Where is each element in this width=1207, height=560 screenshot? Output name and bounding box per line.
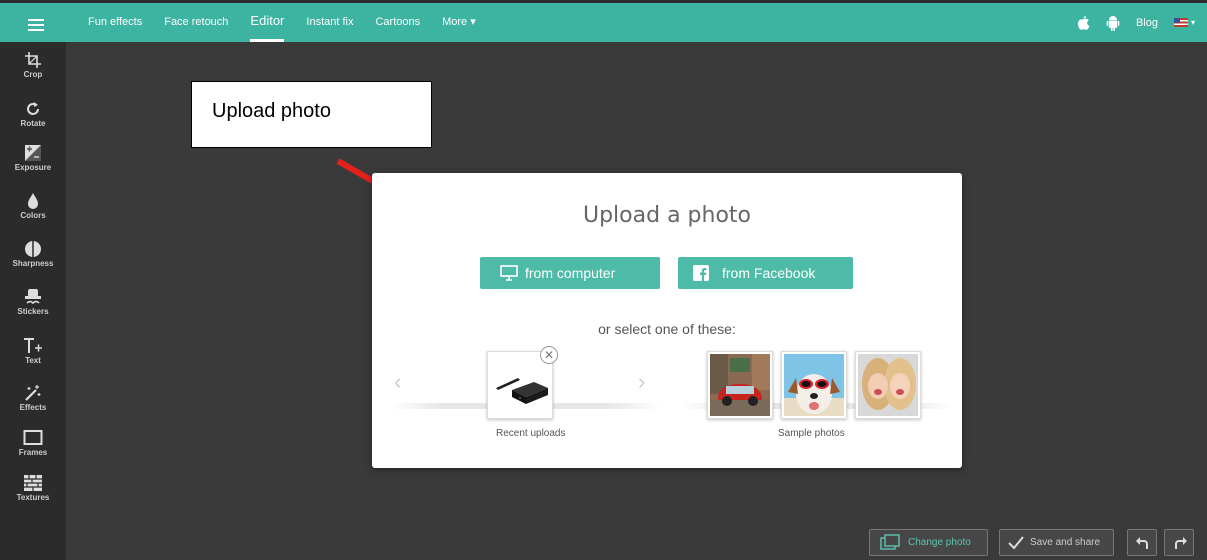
textures-icon <box>24 475 42 491</box>
upload-photo-callout: Upload photo <box>191 81 432 148</box>
upload-photo-dialog: Upload a photo from computer from Facebo… <box>372 173 962 468</box>
effects-icon <box>25 385 41 401</box>
sample-photo-dog[interactable] <box>781 351 847 419</box>
save-and-share-label: Save and share <box>1030 537 1101 548</box>
dialog-title: Upload a photo <box>582 203 751 228</box>
checkmark-icon <box>1008 536 1024 550</box>
tools-sidebar: Crop Rotate Exposure Colors Sharpness St… <box>0 42 66 560</box>
tool-label: Text <box>25 356 41 365</box>
tool-label: Crop <box>23 70 43 79</box>
tool-label: Textures <box>16 493 50 502</box>
sample-photo-selfie[interactable] <box>855 351 921 419</box>
dog-sunglasses-image <box>784 354 844 416</box>
nav-face-retouch[interactable]: Face retouch <box>164 3 228 42</box>
frames-icon <box>23 430 43 445</box>
red-car-image <box>710 354 770 416</box>
tool-sharpness[interactable]: Sharpness <box>0 240 66 268</box>
or-select-text: or select one of these: <box>598 321 736 337</box>
android-icon[interactable] <box>1106 15 1120 31</box>
main-nav: Fun effects Face retouch Editor Instant … <box>88 3 498 42</box>
change-photo-icon <box>880 534 900 550</box>
menu-icon[interactable] <box>9 8 63 42</box>
tool-exposure[interactable]: Exposure <box>0 144 66 172</box>
tool-effects[interactable]: Effects <box>0 384 66 412</box>
remove-upload-button[interactable]: ✕ <box>540 346 558 364</box>
tool-crop[interactable]: Crop <box>0 51 66 79</box>
recent-uploads-caption: Recent uploads <box>496 428 566 439</box>
us-flag-icon <box>1173 18 1188 27</box>
from-facebook-label: from Facebook <box>722 265 816 281</box>
tool-text[interactable]: Text <box>0 337 66 365</box>
tool-label: Rotate <box>20 119 46 128</box>
tool-label: Exposure <box>14 163 52 172</box>
from-computer-button[interactable]: from computer <box>480 257 660 289</box>
from-computer-label: from computer <box>525 265 616 281</box>
tool-frames[interactable]: Frames <box>0 429 66 457</box>
sharpness-icon <box>25 241 41 257</box>
colors-icon <box>28 193 38 209</box>
tool-colors[interactable]: Colors <box>0 192 66 220</box>
stickers-icon <box>25 289 41 305</box>
tool-label: Stickers <box>17 307 49 316</box>
crop-icon <box>25 52 41 68</box>
chevron-right-icon[interactable]: › <box>638 369 645 395</box>
nav-editor[interactable]: Editor <box>250 3 284 42</box>
nav-more[interactable]: More ▾ <box>442 3 476 42</box>
from-facebook-button[interactable]: from Facebook <box>678 257 853 289</box>
tool-label: Frames <box>18 448 48 457</box>
tool-label: Sharpness <box>12 259 54 268</box>
language-selector[interactable]: ▾ <box>1173 18 1195 27</box>
tool-rotate[interactable]: Rotate <box>0 100 66 128</box>
tool-label: Colors <box>20 211 46 220</box>
change-photo-button[interactable]: Change photo <box>869 529 988 556</box>
chevron-down-icon: ▾ <box>1190 18 1195 27</box>
tool-label: Effects <box>19 403 47 412</box>
monitor-icon <box>500 265 518 281</box>
redo-icon <box>1175 537 1187 549</box>
nav-fun-effects[interactable]: Fun effects <box>88 3 142 42</box>
two-girls-selfie-image <box>858 354 918 416</box>
nav-instant-fix[interactable]: Instant fix <box>306 3 353 42</box>
nav-right: Blog ▾ <box>1076 3 1195 42</box>
undo-icon <box>1136 537 1148 549</box>
change-photo-label: Change photo <box>908 537 971 548</box>
sample-photo-car[interactable] <box>707 351 773 419</box>
text-icon <box>24 338 42 353</box>
apple-icon[interactable] <box>1076 15 1090 31</box>
top-navigation-bar: Fun effects Face retouch Editor Instant … <box>0 0 1207 42</box>
tool-stickers[interactable]: Stickers <box>0 288 66 316</box>
facebook-icon <box>693 265 709 281</box>
redo-button[interactable] <box>1164 529 1194 556</box>
rotate-icon <box>27 102 39 115</box>
tool-textures[interactable]: Textures <box>0 474 66 502</box>
undo-button[interactable] <box>1127 529 1157 556</box>
save-and-share-button[interactable]: Save and share <box>999 529 1114 556</box>
exposure-icon <box>25 145 41 161</box>
nav-cartoons[interactable]: Cartoons <box>375 3 420 42</box>
blog-link[interactable]: Blog <box>1136 17 1158 29</box>
sample-photos-caption: Sample photos <box>778 428 845 439</box>
tv-box-image <box>490 354 550 416</box>
chevron-left-icon[interactable]: ‹ <box>394 369 401 395</box>
